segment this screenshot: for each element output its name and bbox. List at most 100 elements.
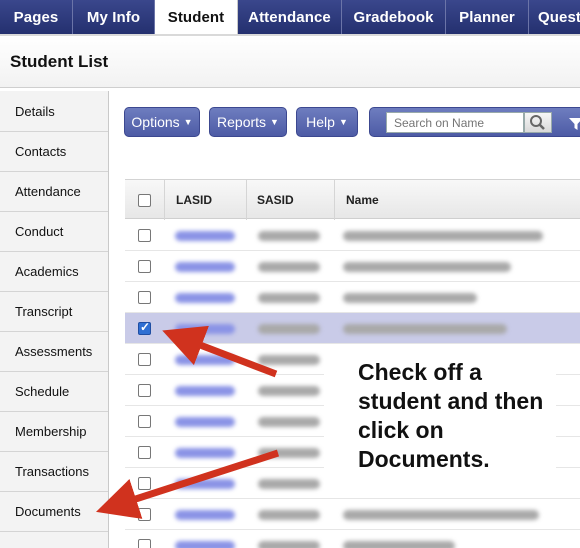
- sasid-value: [258, 323, 320, 334]
- table-row[interactable]: [125, 499, 580, 530]
- lasid-link[interactable]: [175, 540, 235, 548]
- row-checkbox-cell: [138, 251, 151, 282]
- student-name: [343, 261, 511, 272]
- search-bar: [369, 107, 580, 137]
- select-all-cell: [125, 180, 165, 220]
- sidebar-item-documents[interactable]: Documents: [0, 492, 108, 532]
- sasid-value: [258, 540, 320, 548]
- chevron-down-icon: ▼: [183, 117, 193, 127]
- sidebar-item-transcript[interactable]: Transcript: [0, 292, 108, 332]
- tab-pages[interactable]: Pages: [0, 0, 73, 34]
- table-row-selected[interactable]: [125, 313, 580, 344]
- sidebar-item-conduct[interactable]: Conduct: [0, 212, 108, 252]
- row-checkbox-cell: [138, 344, 151, 375]
- callout-text: Check off a student and then click on Do…: [358, 359, 544, 472]
- row-checkbox-cell: [138, 313, 151, 344]
- help-button-label: Help: [306, 114, 335, 130]
- column-header-lasid[interactable]: LASID: [165, 180, 247, 220]
- row-checkbox[interactable]: [138, 229, 151, 242]
- row-checkbox-cell: [138, 282, 151, 313]
- tab-my-info[interactable]: My Info: [73, 0, 155, 34]
- sidebar-item-details[interactable]: Details: [0, 91, 108, 132]
- sidebar-item-membership[interactable]: Membership: [0, 412, 108, 452]
- sasid-value: [258, 261, 320, 272]
- tab-quest[interactable]: Quest: [529, 0, 580, 34]
- table-row[interactable]: [125, 282, 580, 313]
- sidebar-item-academics[interactable]: Academics: [0, 252, 108, 292]
- sasid-value: [258, 509, 320, 520]
- student-name: [343, 292, 477, 303]
- row-checkbox-cell: [138, 375, 151, 406]
- tab-student[interactable]: Student: [155, 0, 238, 34]
- sasid-value: [258, 447, 320, 458]
- table-row[interactable]: [125, 530, 580, 548]
- options-button-label: Options: [131, 114, 180, 130]
- chevron-down-icon: ▼: [338, 117, 348, 127]
- student-name: [343, 230, 543, 241]
- sidebar: Details Contacts Attendance Conduct Acad…: [0, 91, 109, 548]
- row-checkbox[interactable]: [138, 477, 151, 490]
- row-checkbox-cell: [138, 530, 151, 548]
- tab-gradebook[interactable]: Gradebook: [342, 0, 446, 34]
- title-bar: Student List: [0, 36, 580, 88]
- row-checkbox[interactable]: [138, 446, 151, 459]
- student-name: [343, 509, 539, 520]
- row-checkbox-cell: [138, 499, 151, 530]
- reports-button-label: Reports: [217, 114, 267, 130]
- sasid-value: [258, 416, 320, 427]
- column-header-sasid[interactable]: SASID: [247, 180, 335, 220]
- sasid-value: [258, 385, 320, 396]
- search-icon: [530, 115, 545, 130]
- sidebar-item-schedule[interactable]: Schedule: [0, 372, 108, 412]
- row-checkbox[interactable]: [138, 539, 151, 548]
- search-button[interactable]: [524, 112, 552, 133]
- sidebar-item-transactions[interactable]: Transactions: [0, 452, 108, 492]
- lasid-link[interactable]: [175, 292, 235, 303]
- search-input[interactable]: [386, 112, 524, 133]
- lasid-link[interactable]: [175, 447, 235, 458]
- table-header: LASID SASID Name: [125, 179, 580, 220]
- chevron-down-icon: ▼: [270, 117, 279, 127]
- row-checkbox[interactable]: [138, 291, 151, 304]
- help-button[interactable]: Help ▼: [296, 107, 358, 137]
- row-checkbox-cell: [138, 468, 151, 499]
- page-title: Student List: [10, 52, 109, 71]
- row-checkbox-checked[interactable]: [138, 320, 151, 335]
- row-checkbox[interactable]: [138, 260, 151, 273]
- lasid-link[interactable]: [175, 230, 235, 241]
- sidebar-item-assessments[interactable]: Assessments: [0, 332, 108, 372]
- top-nav: Pages My Info Student Attendance Gradebo…: [0, 0, 580, 36]
- lasid-link[interactable]: [175, 261, 235, 272]
- row-checkbox[interactable]: [138, 415, 151, 428]
- student-name: [343, 323, 507, 334]
- lasid-link[interactable]: [175, 416, 235, 427]
- tab-planner[interactable]: Planner: [446, 0, 529, 34]
- row-checkbox[interactable]: [138, 353, 151, 366]
- column-header-name[interactable]: Name: [335, 180, 580, 220]
- filter-icon[interactable]: [569, 117, 580, 131]
- row-checkbox[interactable]: [138, 508, 151, 521]
- sasid-value: [258, 230, 320, 241]
- sasid-value: [258, 478, 320, 489]
- toolbar: Options ▼ Reports ▼ Help ▼: [109, 91, 580, 151]
- row-checkbox[interactable]: [138, 384, 151, 397]
- student-name: [343, 540, 455, 548]
- instruction-callout: Check off a student and then click on Do…: [324, 346, 556, 492]
- lasid-link[interactable]: [175, 478, 235, 489]
- sidebar-item-attendance[interactable]: Attendance: [0, 172, 108, 212]
- table-row[interactable]: [125, 220, 580, 251]
- lasid-link[interactable]: [175, 385, 235, 396]
- table-row[interactable]: [125, 251, 580, 282]
- tab-attendance[interactable]: Attendance: [238, 0, 342, 34]
- lasid-link[interactable]: [175, 323, 235, 334]
- row-checkbox-cell: [138, 220, 151, 251]
- reports-button[interactable]: Reports ▼: [209, 107, 287, 137]
- row-checkbox-cell: [138, 437, 151, 468]
- lasid-link[interactable]: [175, 509, 235, 520]
- sasid-value: [258, 354, 320, 365]
- sidebar-item-contacts[interactable]: Contacts: [0, 132, 108, 172]
- options-button[interactable]: Options ▼: [124, 107, 200, 137]
- lasid-link[interactable]: [175, 354, 235, 365]
- select-all-checkbox[interactable]: [138, 193, 151, 207]
- row-checkbox-cell: [138, 406, 151, 437]
